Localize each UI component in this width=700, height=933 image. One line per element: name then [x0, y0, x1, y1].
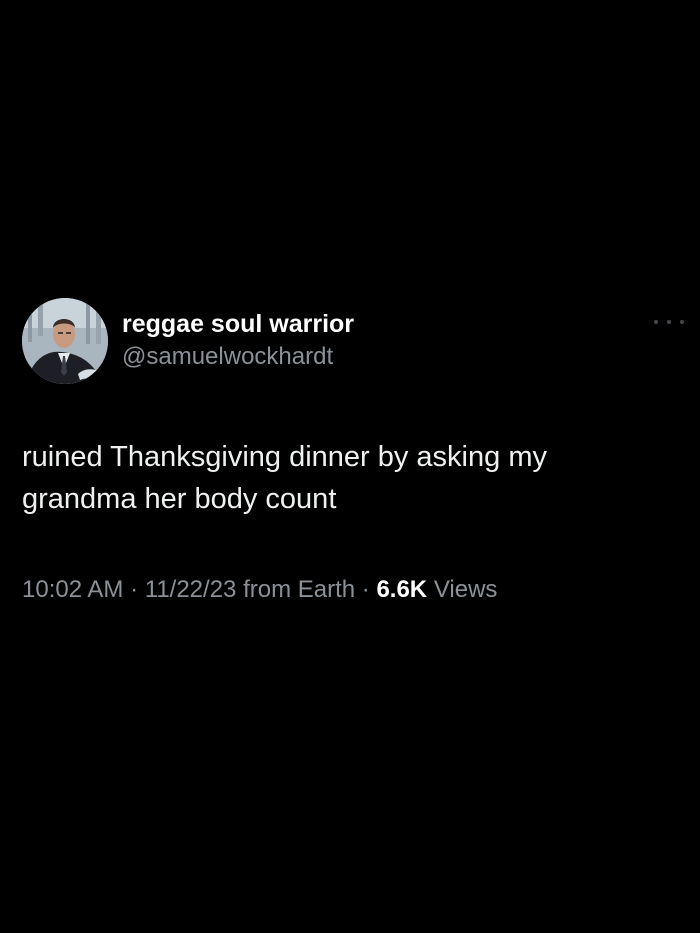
tweet-time[interactable]: 10:02 AM	[22, 576, 123, 603]
tweet-text: ruined Thanksgiving dinner by asking my …	[22, 441, 547, 515]
display-name[interactable]: reggae soul warrior	[122, 308, 354, 340]
profile-photo-icon	[22, 298, 108, 384]
tweet-meta: 10:02 AM · 11/22/23 from Earth · 6.6K Vi…	[22, 574, 497, 606]
tweet-card: reggae soul warrior @samuelwockhardt rui…	[0, 0, 700, 933]
more-dot	[654, 320, 658, 324]
meta-separator: ·	[361, 576, 370, 603]
user-handle[interactable]: @samuelwockhardt	[122, 342, 333, 372]
more-dot	[667, 320, 671, 324]
views-label[interactable]: Views	[434, 576, 498, 603]
meta-separator: ·	[130, 576, 139, 603]
more-options-icon[interactable]	[654, 314, 684, 330]
views-count[interactable]: 6.6K	[376, 576, 427, 603]
tweet-date[interactable]: 11/22/23	[145, 576, 237, 603]
more-dot	[680, 320, 684, 324]
avatar[interactable]	[22, 298, 108, 384]
tweet-source: from Earth	[243, 576, 356, 603]
